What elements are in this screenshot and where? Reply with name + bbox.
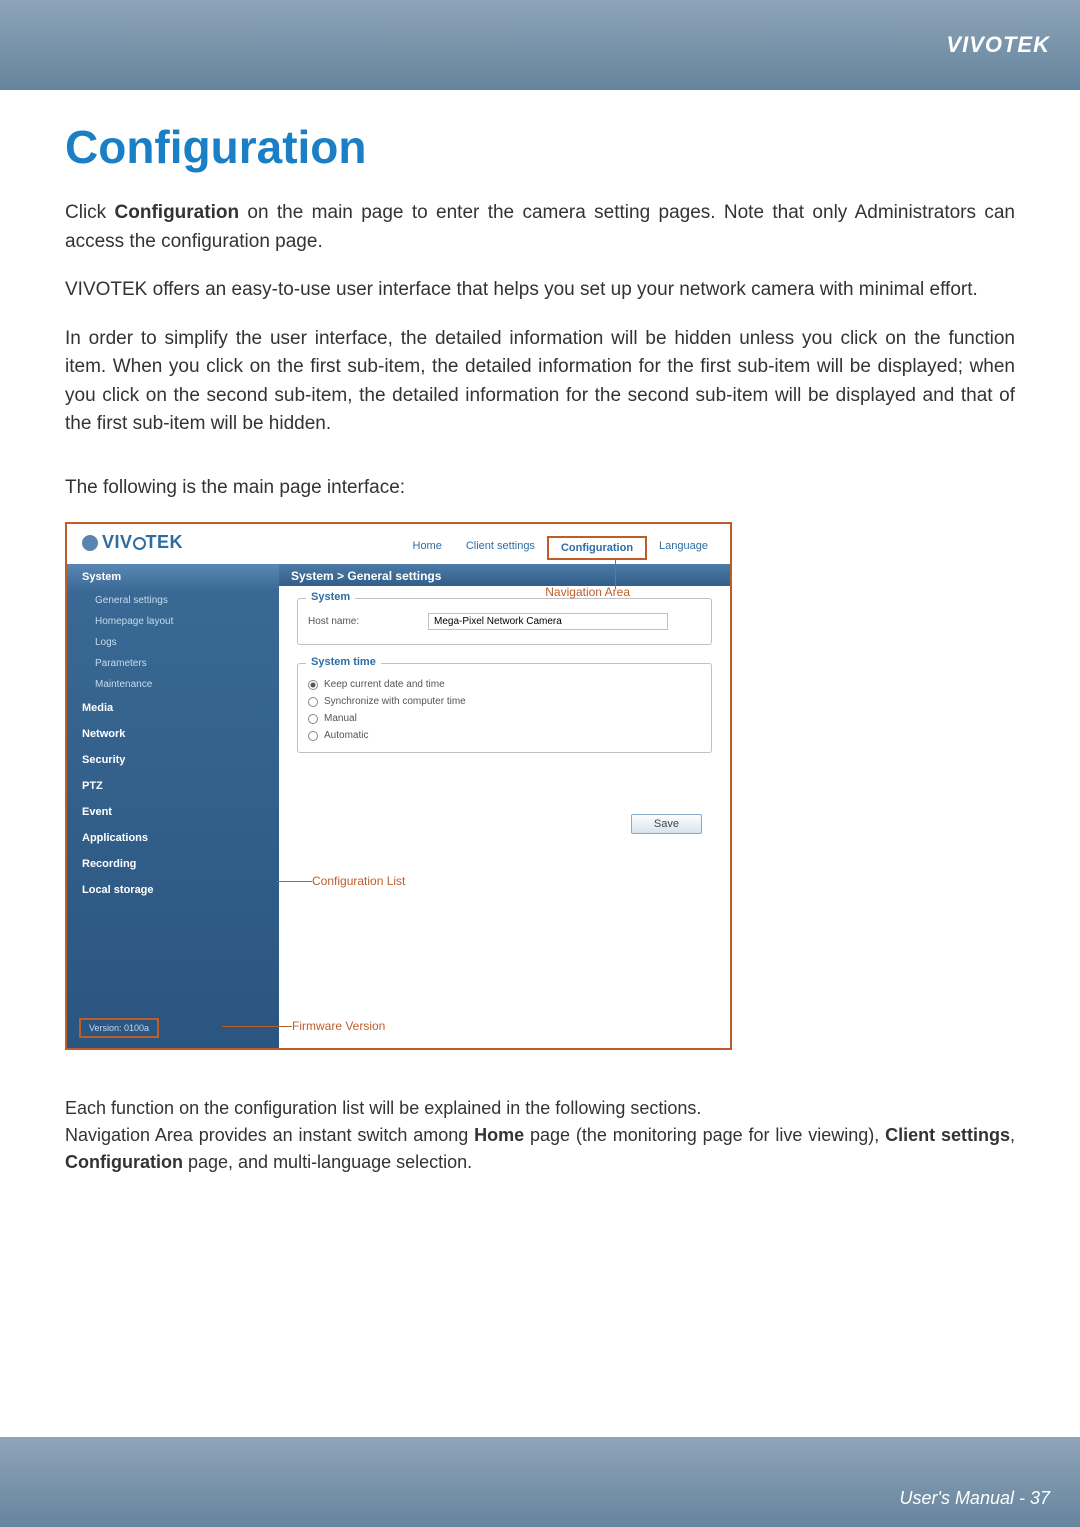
header-band: VIVOTEK <box>0 0 1080 90</box>
legend-system: System <box>306 591 355 603</box>
text-bold: Home <box>474 1125 524 1145</box>
radio-icon <box>308 680 318 690</box>
sidebar: System General settings Homepage layout … <box>67 564 279 1048</box>
radio-label: Synchronize with computer time <box>324 696 466 707</box>
intro-paragraph-4: The following is the main page interface… <box>65 474 1015 503</box>
sidebar-event[interactable]: Event <box>67 799 279 825</box>
ss-main-panel: System Host name: System time Keep curre… <box>279 586 730 1048</box>
intro-paragraph-1: Click Configuration on the main page to … <box>65 199 1015 256</box>
sidebar-network[interactable]: Network <box>67 721 279 747</box>
radio-label: Manual <box>324 713 357 724</box>
text-bold: Configuration <box>65 1152 183 1172</box>
screenshot: VIVTEK Home Client settings Configuratio… <box>65 522 732 1050</box>
annotation-firmware: Firmware Version <box>292 1019 385 1033</box>
page-title: Configuration <box>65 120 1015 174</box>
radio-icon <box>308 697 318 707</box>
radio-automatic-row[interactable]: Automatic <box>308 727 701 744</box>
nav-home[interactable]: Home <box>401 536 454 560</box>
sidebar-media[interactable]: Media <box>67 695 279 721</box>
ss-logo: VIVTEK <box>82 532 183 553</box>
sidebar-ptz[interactable]: PTZ <box>67 773 279 799</box>
text: Navigation Area provides an instant swit… <box>65 1125 474 1145</box>
radio-manual-row[interactable]: Manual <box>308 710 701 727</box>
radio-icon <box>308 731 318 741</box>
sidebar-logs[interactable]: Logs <box>67 632 279 653</box>
sidebar-system[interactable]: System <box>67 564 279 590</box>
footnote-2: Navigation Area provides an instant swit… <box>65 1122 1015 1176</box>
sidebar-security[interactable]: Security <box>67 747 279 773</box>
hostname-input[interactable] <box>428 613 668 630</box>
fieldset-system-time: System time Keep current date and time S… <box>297 663 712 753</box>
nav-language[interactable]: Language <box>647 536 720 560</box>
sidebar-local-storage[interactable]: Local storage <box>67 877 279 903</box>
brand-header: VIVOTEK <box>946 32 1050 58</box>
content-area: Configuration Click Configuration on the… <box>0 90 1080 1176</box>
radio-label: Keep current date and time <box>324 679 445 690</box>
footnote-1: Each function on the configuration list … <box>65 1095 1015 1122</box>
intro-paragraph-3: In order to simplify the user interface,… <box>65 325 1015 439</box>
text: page, and multi-language selection. <box>183 1152 472 1172</box>
annotation-line <box>222 1026 292 1027</box>
radio-sync-computer-row[interactable]: Synchronize with computer time <box>308 693 701 710</box>
footer-band: User's Manual - 37 <box>0 1437 1080 1527</box>
nav-client-settings[interactable]: Client settings <box>454 536 547 560</box>
hostname-label: Host name: <box>308 616 428 627</box>
intro-paragraph-2: VIVOTEK offers an easy-to-use user inter… <box>65 276 1015 305</box>
legend-system-time: System time <box>306 656 381 668</box>
sidebar-maintenance[interactable]: Maintenance <box>67 674 279 695</box>
sidebar-parameters[interactable]: Parameters <box>67 653 279 674</box>
save-button[interactable]: Save <box>631 814 702 834</box>
breadcrumb: System > General settings <box>279 564 730 588</box>
text-bold: Configuration <box>115 202 240 223</box>
text: Click <box>65 202 115 223</box>
text: page (the monitoring page for live viewi… <box>524 1125 885 1145</box>
footer-text: User's Manual - 37 <box>900 1488 1051 1509</box>
annotation-config-list: Configuration List <box>312 874 405 888</box>
text-bold: Client settings <box>885 1125 1010 1145</box>
sidebar-recording[interactable]: Recording <box>67 851 279 877</box>
annotation-nav-area: Navigation Area <box>545 585 630 599</box>
logo-text: VIVTEK <box>102 532 183 553</box>
logo-icon <box>82 535 98 551</box>
nav-configuration[interactable]: Configuration <box>547 536 647 560</box>
sidebar-applications[interactable]: Applications <box>67 825 279 851</box>
radio-label: Automatic <box>324 730 368 741</box>
annotation-line <box>277 881 312 882</box>
radio-icon <box>308 714 318 724</box>
sidebar-homepage-layout[interactable]: Homepage layout <box>67 611 279 632</box>
top-nav: Home Client settings Configuration Langu… <box>401 536 721 560</box>
radio-keep-current-row[interactable]: Keep current date and time <box>308 676 701 693</box>
version-label: Version: 0100a <box>79 1018 159 1038</box>
text: , <box>1010 1125 1015 1145</box>
fieldset-system: System Host name: <box>297 598 712 645</box>
sidebar-general-settings[interactable]: General settings <box>67 590 279 611</box>
